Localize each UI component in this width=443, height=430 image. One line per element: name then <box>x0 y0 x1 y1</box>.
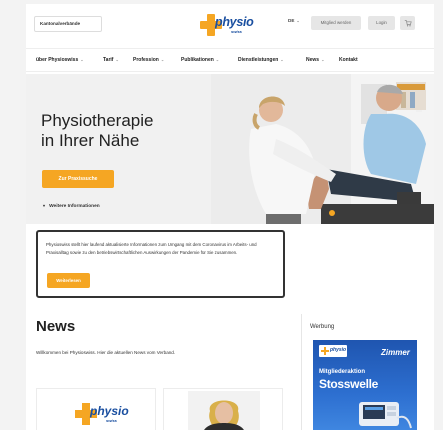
language-selector[interactable]: DE ⌄ <box>288 18 300 23</box>
language-label: DE <box>288 18 295 23</box>
ad-brand-zimmer: Zimmer <box>381 348 410 357</box>
ad-physioswiss-logo: physio <box>319 345 347 357</box>
chevron-down-icon: ⌄ <box>280 57 284 62</box>
nav-item-news[interactable]: News ⌄ <box>306 57 324 63</box>
nav-item-kontakt[interactable]: Kontakt <box>339 57 358 63</box>
member-button-label: Mitglied werden <box>320 20 352 25</box>
hero-banner: Physiotherapie in Ihrer Nähe Zur Praxiss… <box>26 74 434 224</box>
ad-headline-1: Mitgliederaktion <box>319 369 366 375</box>
nav-item-label: über Physioswiss <box>36 57 79 63</box>
chevron-down-icon: ⌄ <box>215 57 220 62</box>
kantonalverbaende-dropdown[interactable]: Kantonalverbände <box>34 16 102 32</box>
page: Kantonalverbände physio swiss DE ⌄ Mitgli… <box>26 4 434 430</box>
nav-item-dienstleistungen[interactable]: Dienstleistungen ⌄ <box>238 57 284 63</box>
hero-title-line-2: in Ihrer Nähe <box>41 131 140 150</box>
hero-title: Physiotherapie in Ihrer Nähe <box>41 111 153 151</box>
news-card[interactable]: physio swiss <box>36 388 156 430</box>
ad-headline-2: Stosswelle <box>319 377 379 391</box>
plus-icon <box>321 347 329 355</box>
weiterlesen-button[interactable]: Weiterlesen <box>47 273 90 288</box>
chevron-down-icon: ⌄ <box>321 57 325 62</box>
stosswelle-ad-banner[interactable]: physio Zimmer Mitgliederaktion Stosswell… <box>313 340 417 430</box>
nav-item-label: Kontakt <box>339 57 358 63</box>
chevron-down-icon: ▾ <box>43 203 46 208</box>
login-button[interactable]: Login <box>368 16 395 30</box>
column-divider <box>301 314 302 430</box>
logo-word: physio <box>215 15 254 29</box>
nav-item-label: Publikationen <box>181 57 214 63</box>
more-info-link[interactable]: ▾ Weitere Informationen <box>43 203 100 209</box>
logo-sub: swiss <box>231 29 242 34</box>
chevron-down-icon: ⌄ <box>296 18 300 23</box>
cart-button[interactable] <box>400 16 415 30</box>
nav-item-profession[interactable]: Profession ⌄ <box>133 57 164 63</box>
hero-physiotherapy-photo <box>211 74 434 224</box>
ad-logo-word: physio <box>330 347 347 353</box>
member-button[interactable]: Mitglied werden <box>311 16 361 30</box>
nav-item-ueber-physioswiss[interactable]: über Physioswiss ⌄ <box>36 57 84 63</box>
nav-item-label: News <box>306 57 320 63</box>
news-card-logo: physio swiss <box>73 401 135 429</box>
hero-title-line-1: Physiotherapie <box>41 111 154 130</box>
news-heading: News <box>36 318 76 335</box>
werbung-heading: Werbung <box>310 324 335 330</box>
praxissuche-button[interactable]: Zur Praxissuche <box>42 170 114 188</box>
praxissuche-button-label: Zur Praxissuche <box>58 176 98 182</box>
news-intro-text: Willkommen bei Physioswiss. Hier die akt… <box>36 350 176 355</box>
main-navigation: über Physioswiss ⌄ Tarif ⌄ Profession ⌄ Pub… <box>26 48 434 72</box>
corona-notice-box: Physioswiss stellt hier laufend aktualis… <box>36 230 285 298</box>
cart-icon <box>404 20 412 27</box>
news-card-logo-word: physio <box>90 404 129 418</box>
nav-item-tarif[interactable]: Tarif ⌄ <box>103 57 119 63</box>
nav-item-label: Tarif <box>103 57 114 63</box>
shockwave-device-image <box>359 402 412 429</box>
news-card[interactable] <box>163 388 283 430</box>
nav-item-publikationen[interactable]: Publikationen ⌄ <box>181 57 219 63</box>
login-button-label: Login <box>376 20 387 25</box>
weiterlesen-button-label: Weiterlesen <box>56 278 81 283</box>
news-card-portrait-photo <box>188 391 260 430</box>
nav-item-label: Profession <box>133 57 159 63</box>
notice-text: Physioswiss stellt hier laufend aktualis… <box>46 242 257 255</box>
kantonalverbaende-label: Kantonalverbände <box>40 21 81 26</box>
chevron-down-icon: ⌄ <box>115 57 119 62</box>
chevron-down-icon: ⌄ <box>160 57 165 62</box>
news-card-logo-sub: swiss <box>106 418 117 423</box>
top-bar: Kantonalverbände physio swiss DE ⌄ Mitgli… <box>26 4 434 44</box>
nav-item-label: Dienstleistungen <box>238 57 279 63</box>
chevron-down-icon: ⌄ <box>80 57 84 62</box>
physioswiss-logo[interactable]: physio swiss <box>198 12 260 40</box>
more-info-label: Weitere Informationen <box>49 204 100 209</box>
